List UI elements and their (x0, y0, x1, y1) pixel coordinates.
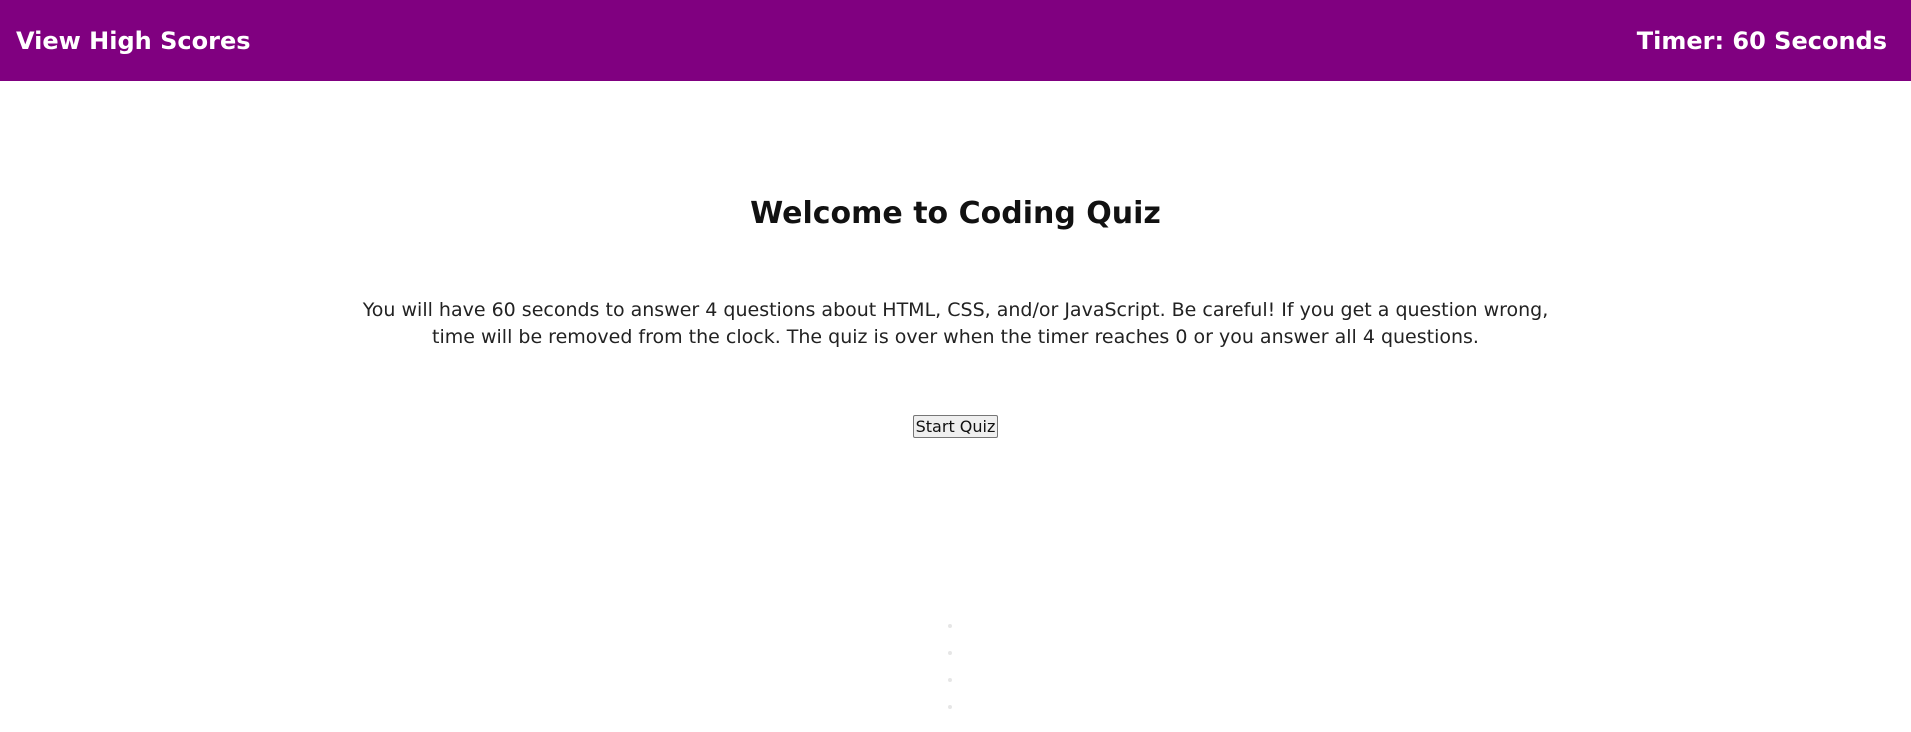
decorative-dot (948, 705, 952, 709)
view-high-scores-link[interactable]: View High Scores (16, 27, 251, 55)
decorative-dot (948, 651, 952, 655)
decorative-dot (948, 624, 952, 628)
quiz-instructions: You will have 60 seconds to answer 4 que… (362, 299, 1549, 348)
page-title: Welcome to Coding Quiz (750, 196, 1161, 231)
decorative-dot (948, 678, 952, 682)
quiz-intro-section: Welcome to Coding Quiz You will have 60 … (0, 81, 1911, 710)
timer-display: Timer: 60 Seconds (1636, 26, 1887, 55)
top-bar: View High Scores Timer: 60 Seconds (0, 0, 1911, 81)
start-button-container: Start Quiz (0, 415, 1911, 438)
start-quiz-button[interactable]: Start Quiz (912, 415, 999, 438)
decorative-dots (948, 624, 952, 732)
